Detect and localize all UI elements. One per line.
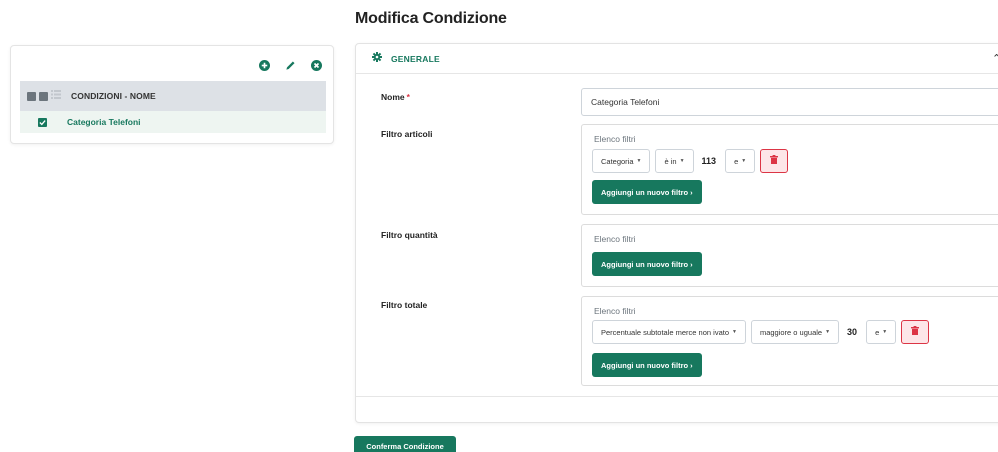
delete-filter-button[interactable] (901, 320, 930, 344)
caret-down-icon: ▼ (636, 158, 642, 164)
add-filter-button[interactable]: Aggiungi un nuovo filtro › (592, 353, 702, 377)
caret-down-icon: ▼ (882, 329, 888, 335)
card-footer-divider (356, 396, 998, 397)
filter-conjunction-value: e (734, 156, 739, 166)
filter-list-title: Elenco filtri (594, 234, 636, 244)
filter-conjunction-value: e (875, 327, 880, 337)
caret-down-icon: ▼ (679, 158, 685, 164)
section-header-generale[interactable]: GENERALE ⌃ (356, 44, 998, 74)
trash-icon (770, 155, 779, 167)
delete-filter-button[interactable] (760, 149, 789, 173)
chevron-up-icon[interactable]: ⌃ (992, 52, 998, 65)
filter-field-select[interactable]: Percentuale subtotale merce non ivato ▼ (592, 320, 746, 344)
nome-input[interactable] (581, 88, 998, 116)
filter-operator-value: è in (664, 156, 677, 166)
row-checkbox[interactable] (38, 117, 47, 127)
square-icon (39, 91, 48, 101)
caret-down-icon: ▼ (732, 329, 737, 335)
filter-operator-select[interactable]: maggiore o uguale ▼ (750, 320, 840, 344)
filter-conjunction-select[interactable]: e ▼ (866, 320, 897, 344)
filtro-articoli-box: Elenco filtri Categoria ▼ è in ▼ 113 e ▼ Ag… (581, 124, 998, 215)
filter-list-title: Elenco filtri (594, 306, 636, 316)
list-item-label: Categoria Telefoni (67, 117, 141, 127)
caret-down-icon: ▼ (741, 158, 747, 164)
list-item[interactable]: Categoria Telefoni (20, 111, 326, 133)
confirm-condition-button[interactable]: Conferma Condizione (354, 436, 456, 452)
filter-list-title: Elenco filtri (594, 134, 636, 144)
filter-conjunction-select[interactable]: e ▼ (725, 149, 756, 173)
list-icon (51, 90, 61, 102)
trash-icon (911, 326, 920, 338)
nome-label: Nome * (381, 92, 410, 102)
filter-row: Categoria ▼ è in ▼ 113 e ▼ (592, 149, 789, 173)
filter-operator-select[interactable]: è in ▼ (655, 149, 694, 173)
add-filter-button[interactable]: Aggiungi un nuovo filtro › (592, 180, 702, 204)
filtro-quantita-label: Filtro quantità (381, 230, 438, 240)
select-all-checkbox[interactable] (27, 91, 36, 101)
condition-form-card: GENERALE ⌃ Nome* Filtro articoli Elenco … (355, 43, 998, 423)
close-circle-icon[interactable] (309, 58, 323, 72)
filter-value: 30 (847, 327, 858, 337)
conditions-list-header: CONDIZIONI - NOME (20, 81, 326, 111)
filtro-totale-box: Elenco filtri Percentuale subtotale merc… (581, 296, 998, 386)
filter-field-value: Categoria (601, 156, 634, 166)
add-filter-button[interactable]: Aggiungi un nuovo filtro › (592, 252, 702, 276)
section-title: GENERALE (391, 53, 440, 64)
pencil-icon[interactable] (283, 58, 297, 72)
filter-field-select[interactable]: Categoria ▼ (592, 149, 651, 173)
filtro-quantita-box: Elenco filtri Aggiungi un nuovo filtro › (581, 224, 998, 287)
conditions-panel: CONDIZIONI - NOME Categoria Telefoni (10, 45, 334, 144)
required-mark: * (406, 92, 410, 102)
caret-down-icon: ▼ (825, 329, 831, 335)
nome-label-text: Nome (381, 92, 405, 102)
filter-value: 113 (701, 156, 717, 166)
filter-operator-value: maggiore o uguale (759, 327, 823, 337)
conditions-toolbar (257, 58, 323, 72)
page-title: Modifica Condizione (355, 10, 507, 27)
filtro-totale-label: Filtro totale (381, 300, 428, 310)
plus-circle-icon[interactable] (257, 58, 271, 72)
filtro-articoli-label: Filtro articoli (381, 129, 433, 139)
filter-row: Percentuale subtotale merce non ivato ▼ m… (592, 320, 930, 344)
conditions-header-label: CONDIZIONI - NOME (71, 91, 156, 101)
filter-field-value: Percentuale subtotale merce non ivato (601, 327, 729, 337)
gear-icon (372, 52, 382, 65)
